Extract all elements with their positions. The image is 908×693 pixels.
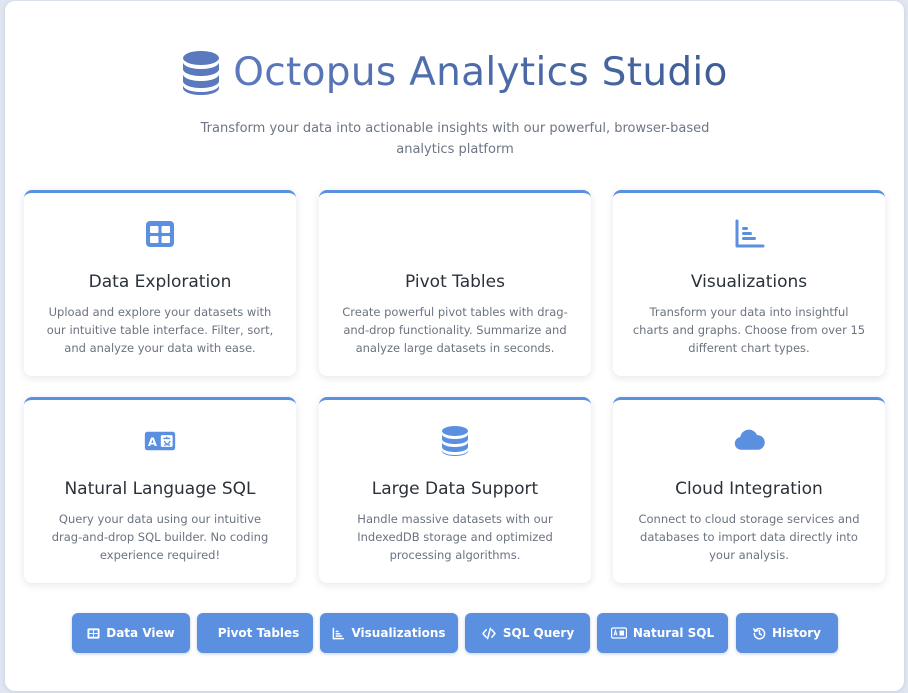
table-icon xyxy=(144,218,176,250)
bar-chart-icon xyxy=(733,218,765,250)
page-subtitle: Transform your data into actionable insi… xyxy=(200,121,710,157)
button-label: Natural SQL xyxy=(632,626,715,640)
feature-card-large-data-support[interactable]: Large Data Support Handle massive datase… xyxy=(319,397,591,583)
feature-card-natural-language-sql[interactable]: A Natural Language SQL Query your data u… xyxy=(24,397,296,583)
database-icon xyxy=(183,51,220,95)
button-label: Data View xyxy=(106,626,175,640)
feature-card-data-exploration[interactable]: Data Exploration Upload and explore your… xyxy=(24,190,296,376)
bar-chart-icon xyxy=(333,627,345,639)
code-icon xyxy=(482,627,496,639)
feature-description: Connect to cloud storage services and da… xyxy=(638,512,860,562)
cloud-icon xyxy=(733,425,765,457)
feature-title: Visualizations xyxy=(690,272,808,292)
feature-title: Natural Language SQL xyxy=(64,479,256,499)
history-icon xyxy=(753,627,766,639)
header: Octopus Analytics Studio xyxy=(5,47,904,99)
language-icon: A xyxy=(144,425,176,457)
feature-description: Query your data using our intuitive drag… xyxy=(51,512,269,562)
feature-title: Cloud Integration xyxy=(675,479,823,499)
visualizations-button[interactable]: Visualizations xyxy=(320,613,458,653)
feature-description: Transform your data into insightful char… xyxy=(632,305,866,355)
feature-card-pivot-tables[interactable]: Pivot Tables Create powerful pivot table… xyxy=(319,190,591,376)
data-view-button[interactable]: Data View xyxy=(72,613,190,653)
database-icon xyxy=(439,425,471,457)
main-panel: Octopus Analytics Studio Transform your … xyxy=(5,1,904,691)
sql-query-button[interactable]: SQL Query xyxy=(465,613,590,653)
feature-title: Pivot Tables xyxy=(405,272,505,292)
svg-text:A: A xyxy=(148,435,158,449)
natural-sql-button[interactable]: Natural SQL xyxy=(597,613,728,653)
button-label: Pivot Tables xyxy=(217,626,300,640)
button-label: Visualizations xyxy=(351,626,446,640)
pivot-icon xyxy=(211,627,212,640)
button-label: SQL Query xyxy=(502,626,575,640)
page-title: Octopus Analytics Studio xyxy=(233,47,727,99)
feature-description: Upload and explore your datasets with ou… xyxy=(46,305,274,355)
pivot-icon xyxy=(439,218,471,250)
feature-card-cloud-integration[interactable]: Cloud Integration Connect to cloud stora… xyxy=(613,397,885,583)
table-icon xyxy=(87,627,100,639)
history-button[interactable]: History xyxy=(736,613,838,653)
language-icon xyxy=(610,627,627,639)
pivot-tables-button[interactable]: Pivot Tables xyxy=(197,613,313,653)
feature-title: Data Exploration xyxy=(88,272,232,292)
feature-title: Large Data Support xyxy=(371,479,539,499)
feature-card-visualizations[interactable]: Visualizations Transform your data into … xyxy=(613,190,885,376)
feature-description: Handle massive datasets with our Indexed… xyxy=(357,512,553,562)
feature-description: Create powerful pivot tables with drag-a… xyxy=(342,305,568,355)
button-label: History xyxy=(771,626,822,640)
